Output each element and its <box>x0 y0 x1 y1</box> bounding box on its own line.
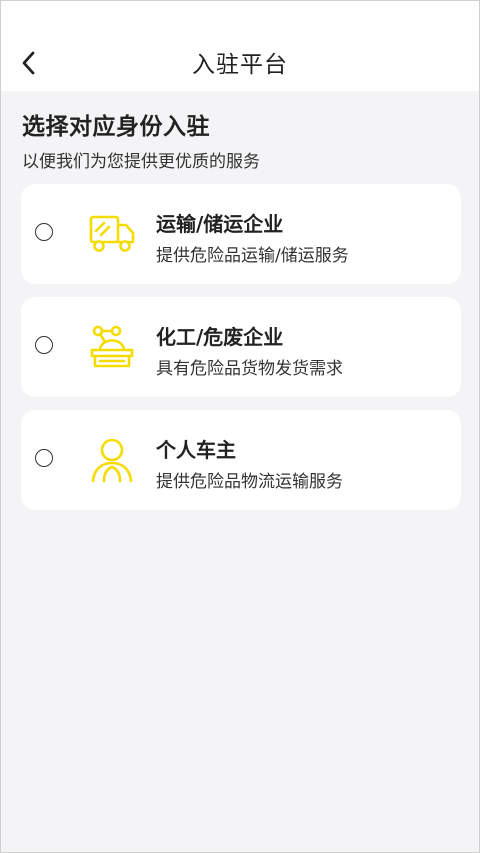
option-title: 化工/危废企业 <box>156 325 284 349</box>
section-heading: 选择对应身份入驻 <box>22 114 210 140</box>
nav-bar: 入驻平台 <box>1 1 479 91</box>
option-description: 具有危险品货物发货需求 <box>156 359 343 379</box>
option-card-individual[interactable]: 个人车主 提供危险品物流运输服务 <box>21 410 461 510</box>
option-radio[interactable] <box>35 223 53 241</box>
option-title: 运输/储运企业 <box>156 212 284 236</box>
option-card-chemical[interactable]: 化工/危废企业 具有危险品货物发货需求 <box>21 297 461 397</box>
option-title: 个人车主 <box>156 438 236 462</box>
option-radio[interactable] <box>35 336 53 354</box>
option-card-transport[interactable]: 运输/储运企业 提供危险品运输/储运服务 <box>21 184 461 284</box>
option-description: 提供危险品运输/储运服务 <box>156 246 349 266</box>
page-title: 入驻平台 <box>192 52 288 78</box>
section-subheading: 以便我们为您提供更优质的服务 <box>22 152 260 172</box>
person-icon <box>91 438 133 483</box>
screen: 入驻平台 选择对应身份入驻 以便我们为您提供更优质的服务 运输/储运企业 提供危… <box>0 0 480 853</box>
truck-icon <box>89 215 135 252</box>
option-description: 提供危险品物流运输服务 <box>156 472 343 492</box>
chemical-icon <box>90 325 134 368</box>
option-radio[interactable] <box>35 449 53 467</box>
